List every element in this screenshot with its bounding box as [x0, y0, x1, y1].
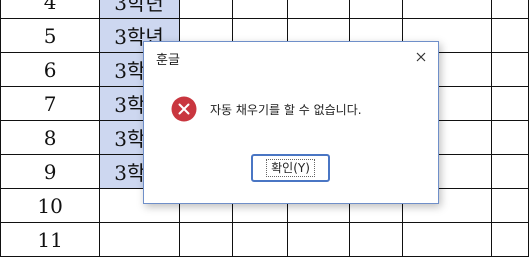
- error-icon: [171, 96, 197, 122]
- empty-cell[interactable]: [491, 0, 529, 19]
- empty-cell[interactable]: [402, 0, 493, 19]
- empty-cell[interactable]: [491, 86, 529, 121]
- row-number-cell[interactable]: 8: [0, 120, 101, 155]
- row-number-cell[interactable]: 6: [0, 52, 101, 87]
- row-number-cell[interactable]: 11: [0, 222, 101, 257]
- close-icon: [416, 52, 426, 62]
- row-number-cell[interactable]: 5: [0, 18, 101, 53]
- empty-cell[interactable]: [178, 0, 233, 19]
- autofill-error-dialog: 훈글 자동 채우기를 할 수 없습니다. 확인(Y): [143, 41, 439, 204]
- dialog-title: 훈글: [156, 53, 180, 68]
- row-number-cell[interactable]: 7: [0, 86, 101, 121]
- row-number-cell[interactable]: 10: [0, 188, 101, 223]
- close-button[interactable]: [404, 42, 438, 72]
- grade-cell[interactable]: [99, 222, 180, 257]
- dialog-body: 자동 채우기를 할 수 없습니다. 확인(Y): [144, 72, 438, 203]
- empty-cell[interactable]: [491, 120, 529, 155]
- empty-cell[interactable]: [231, 0, 288, 19]
- dialog-titlebar[interactable]: 훈글: [144, 42, 438, 72]
- empty-cell[interactable]: [349, 0, 404, 19]
- empty-cell[interactable]: [491, 52, 529, 87]
- empty-cell[interactable]: [491, 18, 529, 53]
- ok-button[interactable]: 확인(Y): [251, 154, 330, 182]
- row-number-cell[interactable]: 4: [0, 0, 101, 19]
- empty-cell[interactable]: [491, 154, 529, 189]
- empty-cell[interactable]: [286, 0, 351, 19]
- empty-cell[interactable]: [491, 222, 529, 257]
- table-row: 11: [0, 222, 529, 257]
- table-row: 4 3학년: [0, 0, 529, 19]
- empty-cell[interactable]: [349, 222, 404, 257]
- row-number-cell[interactable]: 9: [0, 154, 101, 189]
- empty-cell[interactable]: [491, 188, 529, 223]
- dialog-message: 자동 채우기를 할 수 없습니다.: [210, 103, 362, 117]
- empty-cell[interactable]: [178, 222, 233, 257]
- empty-cell[interactable]: [402, 222, 493, 257]
- ok-button-label: 확인(Y): [266, 159, 315, 177]
- grade-cell[interactable]: 3학년: [99, 0, 180, 19]
- empty-cell[interactable]: [231, 222, 288, 257]
- empty-cell[interactable]: [286, 222, 351, 257]
